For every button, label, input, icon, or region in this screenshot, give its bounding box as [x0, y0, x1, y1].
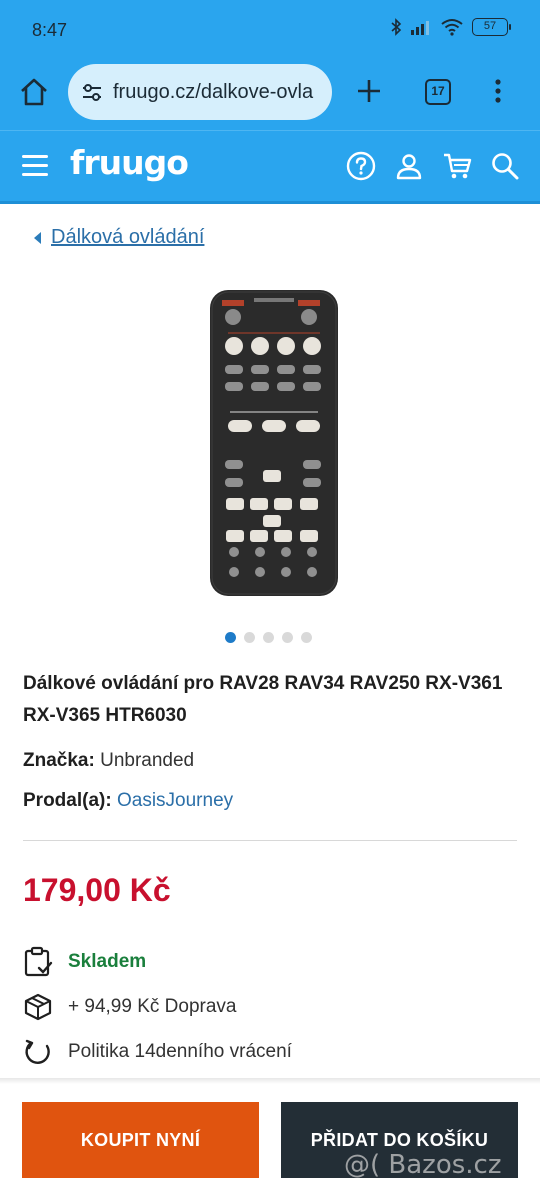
product-title: Dálkové ovládání pro RAV28 RAV34 RAV250 …: [23, 673, 503, 726]
return-arrow-icon: [22, 1036, 54, 1068]
wifi-icon: [441, 19, 463, 36]
more-menu-icon[interactable]: [494, 78, 502, 104]
stock-status: Skladem: [68, 951, 147, 972]
browser-toolbar: fruugo.cz/dalkove-ovla 17: [0, 62, 540, 130]
divider: [23, 840, 517, 841]
carousel-dot[interactable]: [225, 632, 236, 643]
site-settings-icon[interactable]: [80, 80, 104, 104]
carousel-dot[interactable]: [244, 632, 255, 643]
bluetooth-icon: [391, 18, 402, 36]
bottom-bar-shadow: [0, 1078, 540, 1084]
status-time: 8:47: [32, 20, 68, 40]
watermark: @( Bazos.cz: [344, 1150, 502, 1180]
seller-link[interactable]: OasisJourney: [117, 790, 233, 811]
signal-icon: [411, 21, 429, 35]
carousel-dot[interactable]: [263, 632, 274, 643]
shipping-cost: + 94,99 Kč Doprava: [68, 996, 237, 1017]
carousel-dot[interactable]: [301, 632, 312, 643]
package-icon: [22, 991, 54, 1023]
clipboard-check-icon: [22, 946, 54, 978]
site-header: fruugo: [0, 130, 540, 204]
account-icon[interactable]: [394, 151, 424, 181]
carousel-dot[interactable]: [282, 632, 293, 643]
breadcrumb-link[interactable]: Dálková ovládání: [51, 226, 204, 249]
returns-policy[interactable]: Politika 14denního vrácení: [68, 1041, 292, 1063]
battery-icon: 57: [472, 18, 511, 36]
returns-row: Politika 14denního vrácení: [22, 1036, 292, 1068]
shipping-row: + 94,99 Kč Doprava: [22, 991, 236, 1023]
url-text: fruugo.cz/dalkove-ovla: [113, 81, 314, 103]
chevron-left-icon: [34, 231, 41, 244]
brand-row: Značka: Unbranded: [23, 750, 194, 772]
seller-label: Prodal(a):: [23, 790, 112, 811]
stock-row: Skladem: [22, 946, 146, 978]
product-price: 179,00 Kč: [23, 872, 171, 908]
new-tab-icon[interactable]: [356, 78, 382, 104]
image-carousel-dots: [225, 632, 312, 643]
cart-icon[interactable]: [442, 151, 472, 181]
status-icons: 57: [390, 18, 511, 36]
breadcrumb: Dálková ovládání: [34, 226, 204, 249]
brand-value: Unbranded: [100, 750, 195, 771]
search-icon[interactable]: [490, 151, 520, 181]
site-logo[interactable]: fruugo: [70, 143, 189, 182]
menu-icon[interactable]: [22, 155, 48, 177]
brand-label: Značka:: [23, 750, 95, 771]
seller-row: Prodal(a): OasisJourney: [23, 790, 233, 812]
address-bar[interactable]: fruugo.cz/dalkove-ovla: [68, 64, 332, 120]
buy-now-button[interactable]: KOUPIT NYNÍ: [22, 1102, 259, 1178]
status-bar: 8:47 57: [0, 0, 540, 62]
product-image[interactable]: [210, 290, 338, 596]
help-icon[interactable]: [346, 151, 376, 181]
tab-switcher-button[interactable]: 17: [425, 79, 451, 105]
home-icon[interactable]: [18, 76, 50, 108]
